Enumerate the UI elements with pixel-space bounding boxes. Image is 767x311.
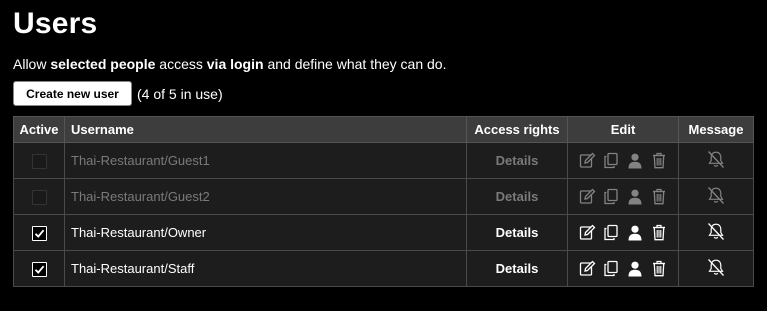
copy-icon[interactable] [602,152,620,170]
active-cell [13,142,65,179]
active-checkbox[interactable] [31,153,47,169]
bell-off-icon[interactable] [706,150,726,169]
trash-icon[interactable] [650,188,668,206]
table-row: Thai-Restaurant/Staff Details [13,250,754,287]
active-checkbox[interactable] [31,225,47,241]
bell-off-icon[interactable] [706,258,726,277]
trash-icon[interactable] [650,152,668,170]
header-edit: Edit [567,116,679,143]
users-page: Users Allow selected people access via l… [0,0,767,287]
active-cell [13,178,65,215]
details-link[interactable]: Details [496,261,539,276]
user-icon[interactable] [626,260,644,278]
intro-part-1: Allow [13,56,51,72]
table-row: Thai-Restaurant/Guest2 Details [13,178,754,215]
active-cell [13,214,65,251]
edit-icon[interactable] [578,260,596,278]
copy-icon[interactable] [602,260,620,278]
user-icon[interactable] [626,224,644,242]
create-new-user-button[interactable]: Create new user [13,81,132,106]
copy-icon[interactable] [602,188,620,206]
access-rights-cell: Details [466,142,568,179]
users-table: Active Username Access rights Edit Messa… [13,116,754,287]
usage-count: (4 of 5 in use) [137,85,223,102]
edit-icon[interactable] [578,224,596,242]
trash-icon[interactable] [650,260,668,278]
username-cell: Thai-Restaurant/Owner [64,214,467,251]
edit-icon[interactable] [578,152,596,170]
access-rights-cell: Details [466,214,568,251]
table-header-row: Active Username Access rights Edit Messa… [13,116,754,143]
user-icon[interactable] [626,188,644,206]
user-icon[interactable] [626,152,644,170]
header-active: Active [13,116,65,143]
details-link[interactable]: Details [496,153,539,168]
table-row: Thai-Restaurant/Owner Details [13,214,754,251]
details-link[interactable]: Details [496,225,539,240]
access-rights-cell: Details [466,250,568,287]
username-cell: Thai-Restaurant/Staff [64,250,467,287]
bell-off-icon[interactable] [706,222,726,241]
edit-cell [567,214,679,251]
intro-bold-2: via login [206,56,264,72]
edit-cell [567,250,679,287]
header-access-rights: Access rights [466,116,568,143]
username-cell: Thai-Restaurant/Guest1 [64,142,467,179]
message-cell [678,250,754,287]
intro-bold-1: selected people [50,56,156,72]
message-cell [678,178,754,215]
header-username: Username [64,116,467,143]
header-message: Message [678,116,754,143]
active-checkbox[interactable] [31,261,47,277]
active-cell [13,250,65,287]
intro-part-3: and define what they can do. [263,56,447,72]
edit-icon[interactable] [578,188,596,206]
access-rights-cell: Details [466,178,568,215]
intro-text: Allow selected people access via login a… [13,55,767,73]
table-row: Thai-Restaurant/Guest1 Details [13,142,754,179]
edit-cell [567,178,679,215]
message-cell [678,142,754,179]
intro-part-2: access [155,56,207,72]
active-checkbox[interactable] [31,189,47,205]
username-cell: Thai-Restaurant/Guest2 [64,178,467,215]
trash-icon[interactable] [650,224,668,242]
copy-icon[interactable] [602,224,620,242]
page-title: Users [13,7,98,40]
details-link[interactable]: Details [496,189,539,204]
bell-off-icon[interactable] [706,186,726,205]
create-row: Create new user (4 of 5 in use) [13,81,767,106]
edit-cell [567,142,679,179]
message-cell [678,214,754,251]
